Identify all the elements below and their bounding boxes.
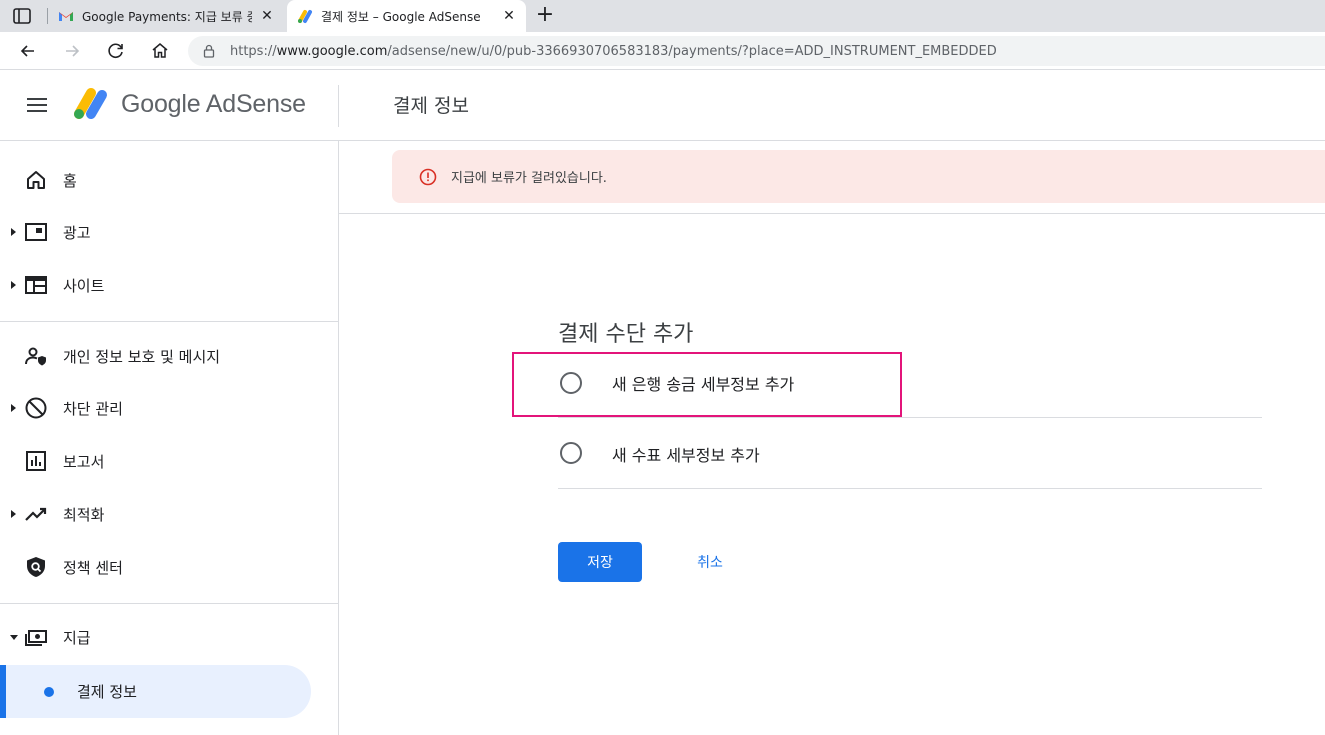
adsense-logo-icon[interactable] — [71, 87, 109, 123]
sidebar-item-privacy[interactable]: 개인 정보 보호 및 메시지 — [0, 336, 339, 376]
ads-icon — [25, 223, 47, 241]
browser-tab-adsense[interactable]: 결제 정보 – Google AdSense ✕ — [287, 0, 526, 32]
sidebar: 홈 광고 사이트 개인 정보 보호 및 메시지 차단 관리 보고서 최적화 정책… — [0, 141, 339, 735]
new-tab-icon[interactable]: + — [534, 4, 556, 27]
sidebar-divider — [0, 321, 339, 322]
url-prefix: https:// — [230, 43, 277, 59]
caret-right-icon — [11, 228, 16, 236]
save-button[interactable]: 저장 — [558, 542, 642, 582]
lock-icon[interactable] — [202, 44, 216, 58]
logo-text[interactable]: Google AdSense — [121, 90, 306, 119]
caret-down-icon — [10, 634, 18, 640]
tab-actions-icon[interactable] — [12, 6, 32, 26]
adsense-icon — [298, 10, 312, 23]
sidebar-item-optimization[interactable]: 최적화 — [0, 494, 339, 534]
close-tab-icon[interactable]: ✕ — [260, 9, 274, 23]
main-divider — [339, 213, 1325, 214]
sidebar-item-label: 광고 — [63, 223, 91, 242]
caret-right-icon — [11, 510, 16, 518]
home-icon — [27, 171, 45, 189]
sidebar-item-sites[interactable]: 사이트 — [0, 265, 339, 305]
highlight-box — [512, 352, 902, 417]
trending-icon — [25, 507, 47, 521]
payments-icon — [25, 630, 47, 646]
sidebar-item-reports[interactable]: 보고서 — [0, 441, 339, 481]
home-browser-icon[interactable] — [150, 41, 170, 61]
active-indicator — [0, 665, 6, 718]
sidebar-item-payment-info[interactable]: 결제 정보 — [0, 665, 311, 718]
alert-text: 지급에 보류가 걸려있습니다. — [451, 171, 607, 186]
sites-icon — [25, 276, 47, 294]
payment-hold-alert: 지급에 보류가 걸려있습니다. — [392, 150, 1325, 203]
app-header: Google AdSense 결제 정보 — [0, 71, 1325, 141]
close-tab-icon[interactable]: ✕ — [502, 9, 516, 23]
privacy-icon — [25, 347, 46, 366]
cancel-button[interactable]: 취소 — [680, 542, 740, 582]
tab-title: 결제 정보 – Google AdSense — [321, 9, 481, 24]
caret-right-icon — [11, 281, 16, 289]
error-icon — [419, 168, 437, 186]
forward-icon[interactable] — [62, 41, 82, 61]
active-dot-icon — [44, 687, 54, 697]
sidebar-item-label: 개인 정보 보호 및 메시지 — [63, 347, 221, 366]
back-icon[interactable] — [18, 41, 38, 61]
sidebar-item-label: 보고서 — [63, 452, 105, 471]
sidebar-divider — [0, 603, 339, 604]
option-check[interactable]: 새 수표 세부정보 추가 — [558, 419, 1262, 489]
sidebar-item-home[interactable]: 홈 — [0, 160, 339, 200]
url-field[interactable]: https://www.google.com/adsense/new/u/0/p… — [188, 36, 1325, 66]
sidebar-item-label: 지급 — [63, 628, 91, 647]
gmail-icon — [59, 12, 73, 21]
sidebar-item-ads[interactable]: 광고 — [0, 212, 339, 252]
page-title: 결제 정보 — [393, 95, 469, 117]
browser-tab-bar: Google Payments: 지급 보류 중 - ✕ 결제 정보 – Goo… — [0, 0, 1325, 32]
radio-button[interactable] — [560, 442, 582, 464]
address-bar-row: https://www.google.com/adsense/new/u/0/p… — [0, 32, 1325, 70]
reload-icon[interactable] — [106, 41, 126, 61]
reports-icon — [26, 451, 46, 471]
caret-right-icon — [11, 404, 16, 412]
block-icon — [25, 397, 47, 419]
browser-tab-gmail[interactable]: Google Payments: 지급 보류 중 - ✕ — [48, 0, 284, 32]
sidebar-item-label: 정책 센터 — [63, 558, 123, 577]
url-path: /adsense/new/u/0/pub-3366930706583183/pa… — [387, 43, 997, 59]
menu-icon[interactable] — [27, 97, 47, 113]
sidebar-item-policy-center[interactable]: 정책 센터 — [0, 547, 339, 587]
sidebar-item-label: 결제 정보 — [77, 683, 137, 701]
option-label: 새 수표 세부정보 추가 — [612, 446, 760, 465]
sidebar-item-label: 홈 — [63, 171, 77, 190]
tab-title: Google Payments: 지급 보류 중 - — [82, 9, 252, 24]
section-title: 결제 수단 추가 — [558, 322, 694, 347]
sidebar-item-label: 차단 관리 — [63, 399, 123, 418]
sidebar-item-label: 최적화 — [63, 505, 105, 524]
policy-shield-icon — [27, 557, 45, 577]
sidebar-item-label: 사이트 — [63, 276, 105, 295]
sidebar-item-block[interactable]: 차단 관리 — [0, 388, 339, 428]
sidebar-item-payments[interactable]: 지급 — [0, 617, 339, 657]
url-domain: www.google.com — [276, 43, 388, 59]
header-divider — [338, 85, 339, 127]
